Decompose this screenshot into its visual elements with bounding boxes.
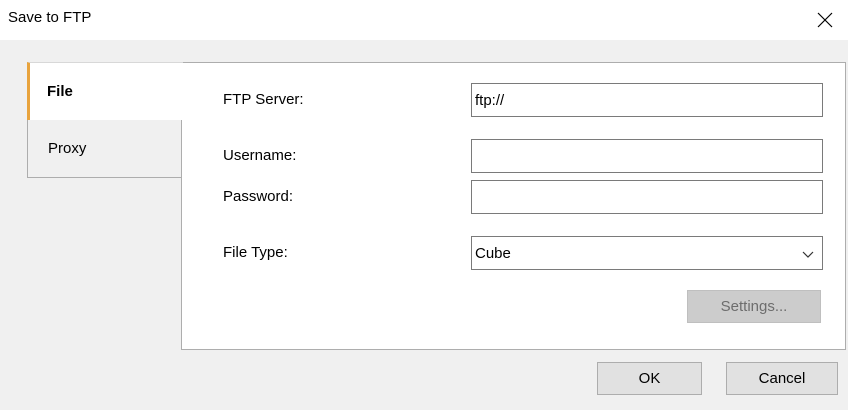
chevron-down-icon bbox=[802, 251, 814, 258]
file-type-select[interactable]: Cube bbox=[471, 236, 823, 270]
username-input[interactable] bbox=[471, 139, 823, 173]
settings-button-label: Settings... bbox=[720, 298, 788, 315]
tab-proxy[interactable]: Proxy bbox=[27, 120, 182, 178]
cancel-button-label: Cancel bbox=[758, 370, 806, 387]
ftp-server-input[interactable] bbox=[471, 83, 823, 117]
file-type-selected-value: Cube bbox=[475, 244, 511, 262]
tab-file[interactable]: File bbox=[27, 62, 183, 120]
tab-proxy-label: Proxy bbox=[48, 140, 87, 157]
ok-button-label: OK bbox=[638, 370, 661, 387]
title-bar: Save to FTP bbox=[0, 0, 848, 40]
password-label: Password: bbox=[223, 188, 294, 205]
cancel-button[interactable]: Cancel bbox=[726, 362, 838, 395]
password-input[interactable] bbox=[471, 180, 823, 214]
close-icon bbox=[817, 12, 833, 28]
close-button[interactable] bbox=[802, 0, 848, 40]
tab-file-label: File bbox=[47, 83, 73, 100]
file-tab-panel: FTP Server: Username: Password: File Typ… bbox=[181, 62, 846, 350]
file-type-label: File Type: bbox=[223, 244, 288, 261]
save-to-ftp-dialog: Save to FTP File Proxy FTP Server: Usern… bbox=[0, 0, 848, 410]
ok-button[interactable]: OK bbox=[597, 362, 702, 395]
tab-strip: File Proxy bbox=[27, 62, 183, 178]
ftp-server-label: FTP Server: bbox=[223, 91, 304, 108]
window-title: Save to FTP bbox=[8, 9, 92, 26]
username-label: Username: bbox=[223, 147, 297, 164]
settings-button[interactable]: Settings... bbox=[687, 290, 821, 323]
